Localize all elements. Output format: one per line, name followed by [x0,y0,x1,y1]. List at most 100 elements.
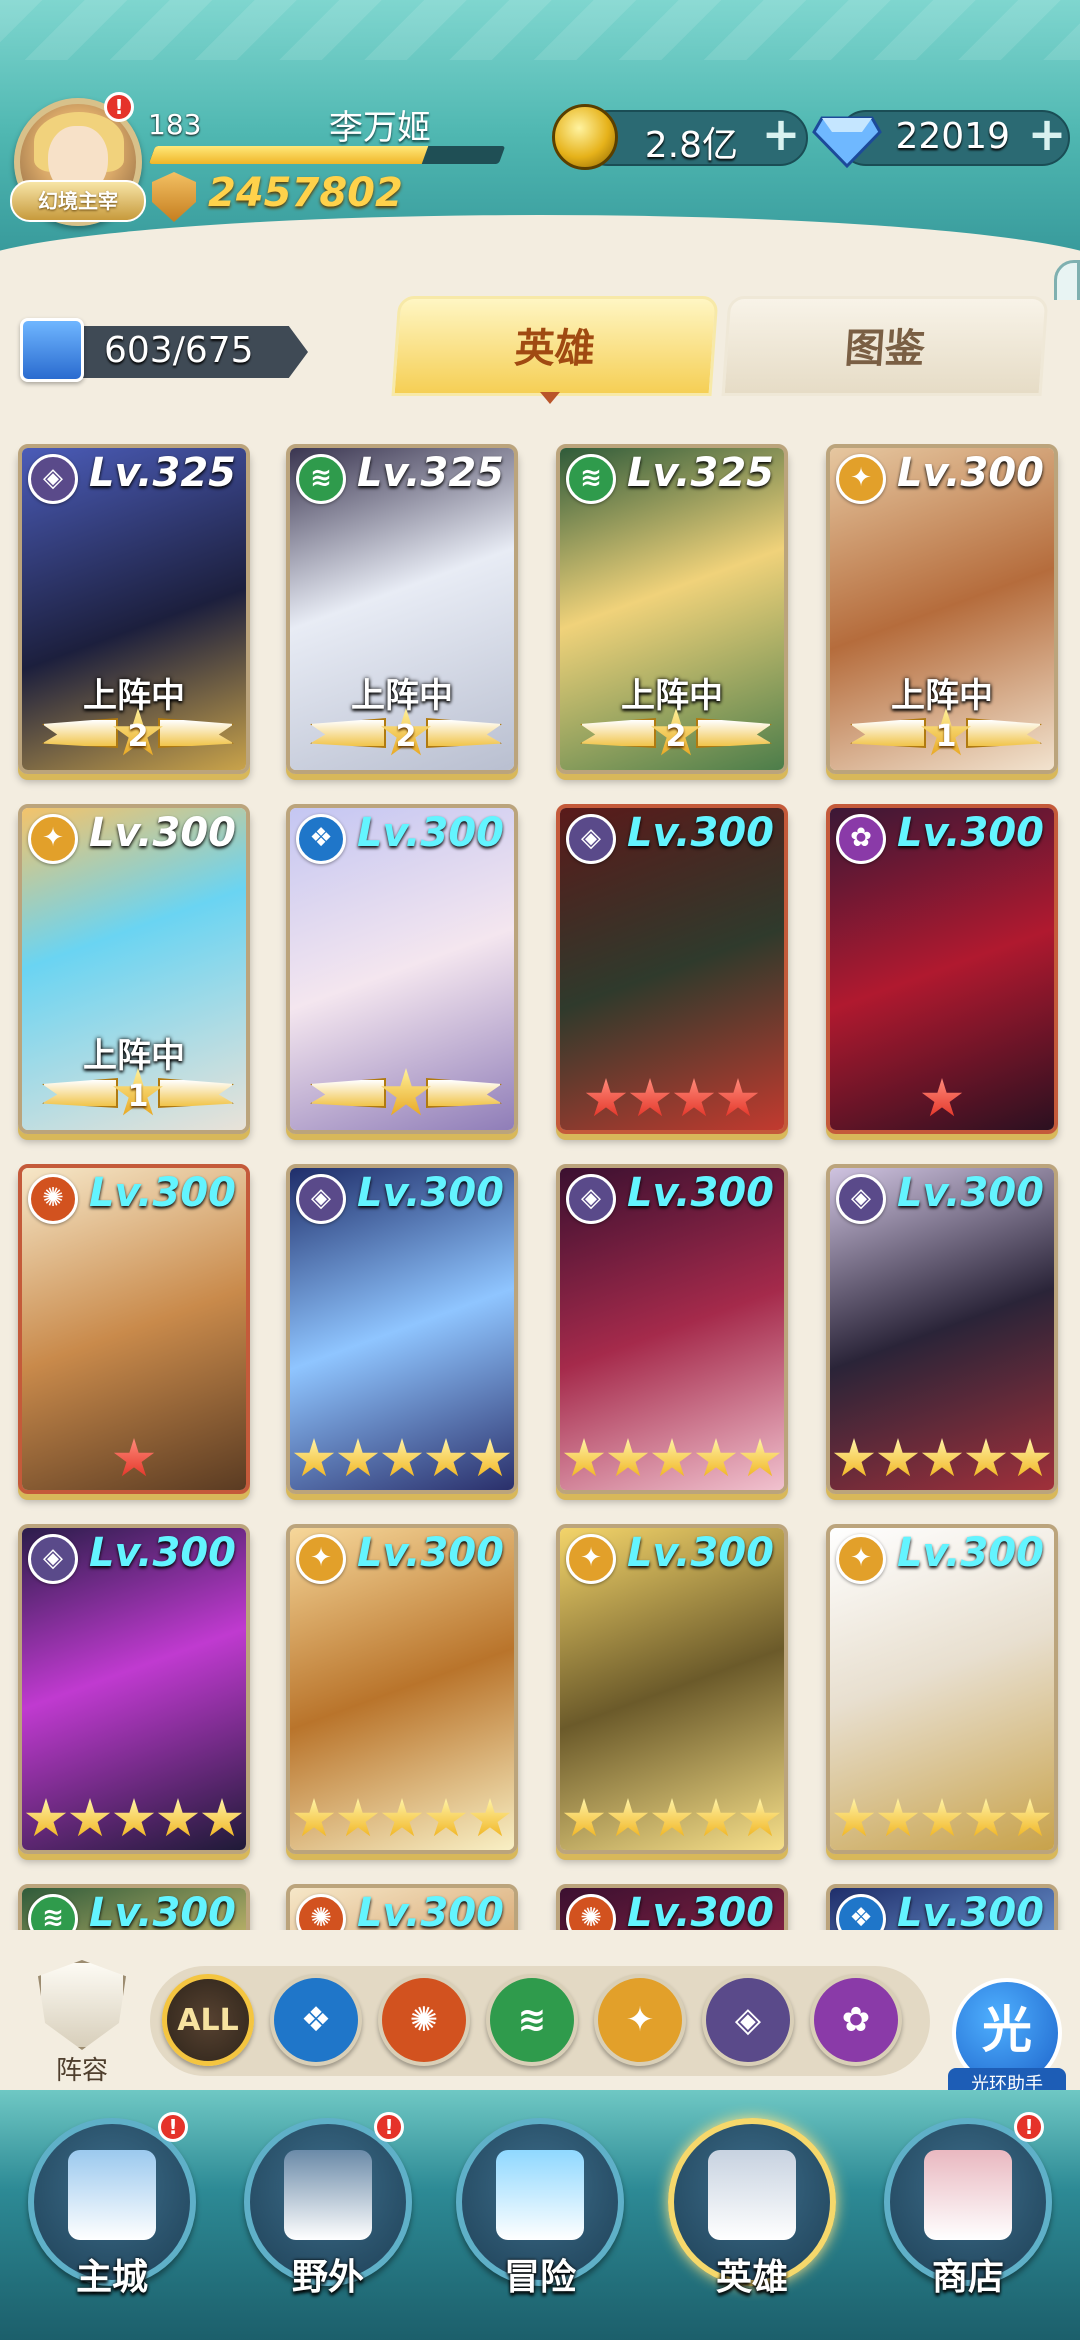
hero-stars [290,1798,514,1842]
star-icon [425,1798,467,1837]
hero-card[interactable]: ✿ Lv.300 [826,804,1058,1134]
player-level: 183 [148,108,202,141]
star-icon [607,1438,649,1477]
tab-heroes[interactable]: 英雄 [391,296,719,396]
tab-codex[interactable]: 图鉴 [721,296,1049,396]
hero-level: Lv.300 [357,1890,504,1930]
fire-element-icon: ✺ [28,1174,78,1224]
star-icon [877,1438,919,1477]
dark-element-icon: ◈ [836,1174,886,1224]
hero-stars [290,1438,514,1482]
hero-card[interactable]: ✺ Lv.300 [18,1164,250,1494]
water-element-icon: ❖ [296,814,346,864]
hero-stars [560,1798,784,1842]
dark-element-icon: ◈ [566,1174,616,1224]
hero-level: Lv.300 [357,1170,504,1216]
hero-card[interactable]: ◈ Lv.300 [556,804,788,1134]
rank-wings-icon: 1 [850,708,1042,760]
hero-card[interactable]: ≋ Lv.325 上阵中 2 [286,444,518,774]
add-gems-button[interactable]: + [1026,111,1068,157]
formation-button[interactable]: 阵容 [30,1960,134,2086]
filter-light-icon[interactable]: ✦ [594,1974,686,2066]
knight-helmet-icon [708,2150,796,2240]
star-icon [469,1438,511,1477]
top-header: 幻境主宰 ! 183 李万姬 2457802 2.8亿 + 22019 + [0,0,1080,300]
dark-element-icon: ◈ [28,454,78,504]
hero-card[interactable]: ◈ Lv.300 [826,1164,1058,1494]
combat-power-value: 2457802 [208,170,403,216]
rank-wings-icon: 2 [42,708,234,760]
hero-card[interactable]: ✦ Lv.300 上阵中 1 [18,804,250,1134]
hero-stars [22,1438,246,1482]
gem-amount: 22019 [895,116,1010,157]
hero-card[interactable]: ≋ Lv.300 [18,1884,250,1930]
hero-card[interactable]: ✦ Lv.300 [826,1524,1058,1854]
hero-stars [830,1078,1054,1122]
star-icon [1009,1798,1051,1837]
side-drawer-handle[interactable] [1054,260,1080,300]
avatar-alert-icon: ! [104,92,134,122]
hero-card[interactable]: ❖ Lv.300 [286,804,518,1134]
portal-icon [284,2150,372,2240]
hero-stars [22,1798,246,1842]
star-icon [381,1798,423,1837]
star-icon [69,1798,111,1837]
hero-card[interactable]: ✦ Lv.300 [556,1524,788,1854]
hero-rank: 1 [935,719,957,754]
hero-card[interactable]: ✺ Lv.300 [556,1884,788,1930]
hero-level: Lv.300 [89,1530,236,1576]
filter-fire-icon[interactable]: ✺ [378,1974,470,2066]
hero-card[interactable]: ❖ Lv.300 [826,1884,1058,1930]
star-icon [1009,1438,1051,1477]
star-icon [877,1798,919,1837]
light-element-icon: ✦ [566,1534,616,1584]
gold-amount: 2.8亿 [644,125,738,166]
rank-wings-icon: 1 [42,1068,234,1120]
hero-card[interactable]: ✦ Lv.300 上阵中 1 [826,444,1058,774]
light-element-icon: ✦ [836,1534,886,1584]
hero-card[interactable]: ◈ Lv.300 [556,1164,788,1494]
hero-stars [830,1438,1054,1482]
hero-rank: 2 [395,719,417,754]
star-icon [607,1798,649,1837]
rank-wings-icon: 2 [310,708,502,760]
hero-level: Lv.300 [357,1530,504,1576]
castle-icon [68,2150,156,2240]
filter-chaos-icon[interactable]: ✿ [810,1974,902,2066]
hero-card[interactable]: ◈ Lv.325 上阵中 2 [18,444,250,774]
hero-card[interactable]: ≋ Lv.325 上阵中 2 [556,444,788,774]
filter-all-button[interactable]: ALL [162,1974,254,2066]
light-element-icon: ✦ [296,1534,346,1584]
hero-level: Lv.300 [627,1170,774,1216]
star-icon [469,1798,511,1837]
hero-level: Lv.300 [897,810,1044,856]
hero-card[interactable]: ◈ Lv.300 [18,1524,250,1854]
star-icon [337,1798,379,1837]
hero-stars [830,1798,1054,1842]
filter-water-icon[interactable]: ❖ [270,1974,362,2066]
hero-level: Lv.300 [357,810,504,856]
hero-level: Lv.325 [627,450,774,496]
hero-level: Lv.300 [897,1170,1044,1216]
add-gold-button[interactable]: + [760,111,802,157]
hero-level: Lv.300 [627,1530,774,1576]
hero-card[interactable]: ✦ Lv.300 [286,1524,518,1854]
star-icon [717,1078,759,1117]
hero-level: Lv.325 [89,450,236,496]
nav-label: 冒险 [503,2257,576,2298]
hero-rank: 2 [665,719,687,754]
hero-card[interactable]: ✺ Lv.300 [286,1884,518,1930]
aura-helper-button[interactable]: 光 光环助手 [948,1960,1066,2100]
hero-card[interactable]: ◈ Lv.300 [286,1164,518,1494]
hero-rank: 2 [127,719,149,754]
star-icon [563,1798,605,1837]
light-element-icon: ✦ [28,814,78,864]
formation-shield-icon [38,1960,126,2050]
nav-label: 商店 [931,2257,1004,2298]
star-icon [337,1438,379,1477]
filter-wind-icon[interactable]: ≋ [486,1974,578,2066]
filter-dark-icon[interactable]: ◈ [702,1974,794,2066]
hero-level: Lv.300 [897,1530,1044,1576]
header-wave [0,215,1080,300]
hero-rank: 1 [127,1079,149,1114]
